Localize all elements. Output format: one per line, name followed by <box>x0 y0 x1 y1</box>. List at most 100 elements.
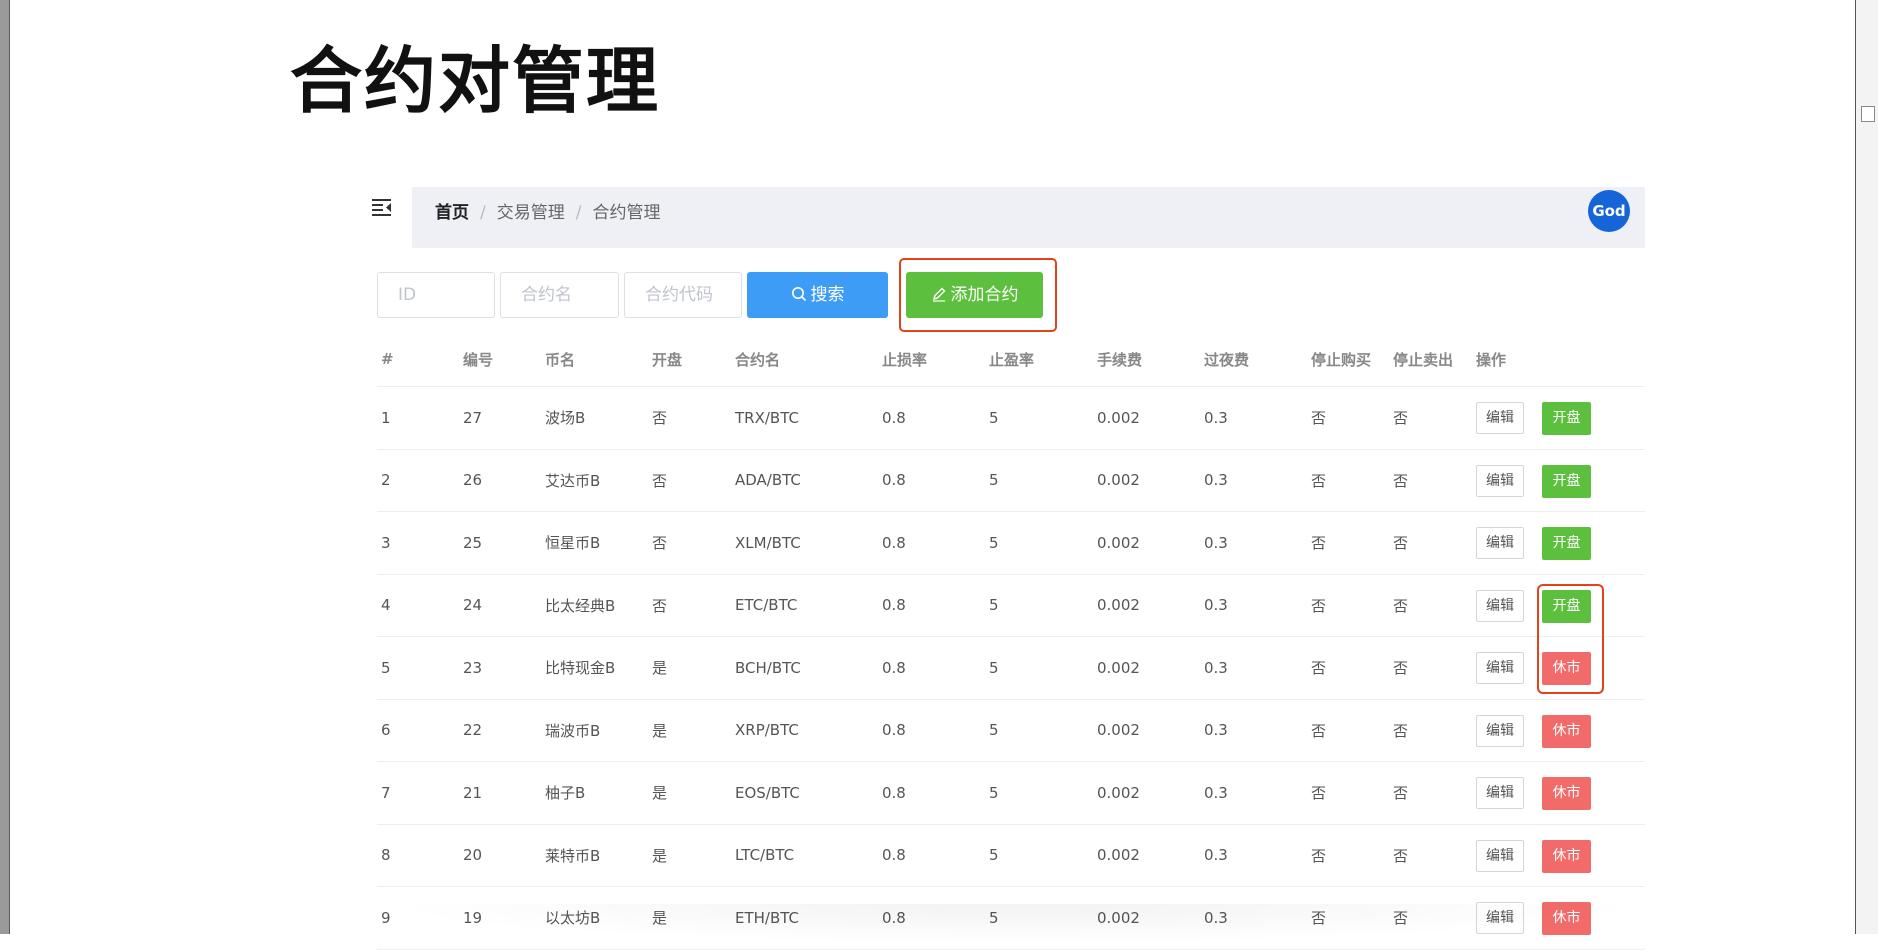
cell-index: 1 <box>381 408 391 427</box>
cell-stop-loss: 0.8 <box>882 846 906 865</box>
cell-overnight: 0.3 <box>1204 596 1228 615</box>
close-market-button[interactable]: 休市 <box>1542 777 1591 810</box>
highlight-box-status <box>1537 584 1604 694</box>
table-header: # 编号 币名 开盘 合约名 止损率 止盈率 手续费 过夜费 停止购买 停止卖出 操作 <box>377 332 1645 387</box>
open-market-button[interactable]: 开盘 <box>1542 402 1591 435</box>
cell-coin: 恒星币B <box>545 534 601 553</box>
cell-fee: 0.002 <box>1097 533 1140 552</box>
cell-index: 3 <box>381 533 391 552</box>
edit-button[interactable]: 编辑 <box>1476 839 1524 872</box>
table-row: 5 23 比特现金B 是 BCH/BTC 0.8 5 0.002 0.3 否否编辑 休市 <box>377 637 1645 700</box>
header-stop-sell: 停止卖出 <box>1393 350 1454 369</box>
edit-button[interactable]: 编辑 <box>1476 714 1524 747</box>
breadcrumb-separator: / <box>575 203 582 223</box>
cell-stop-buy: 否 <box>1311 471 1327 490</box>
edit-button[interactable]: 编辑 <box>1476 589 1524 622</box>
cell-overnight: 0.3 <box>1204 908 1228 927</box>
cell-take-profit: 5 <box>989 658 999 677</box>
cell-open: 否 <box>652 596 668 615</box>
avatar[interactable]: God <box>1588 190 1630 232</box>
cell-coin: 波场B <box>545 409 586 428</box>
cell-index: 9 <box>381 908 391 927</box>
cell-index: 8 <box>381 846 391 865</box>
table-row: 6 22 瑞波币B 是 XRP/BTC 0.8 5 0.002 0.3 否 否 编辑 休市 <box>377 700 1645 762</box>
table-body: 1 27 波场B 否 TRX/BTC 0.8 5 0.002 0.3 否否编辑 开盘 2 26 艾达币B 否… <box>377 387 1645 950</box>
cell-overnight: 0.3 <box>1204 721 1228 740</box>
cell-stop-buy: 否 <box>1311 909 1327 928</box>
cell-stop-sell: 否 <box>1393 534 1409 553</box>
cell-coin: 柚子B <box>545 784 586 803</box>
close-market-button[interactable]: 休市 <box>1542 839 1591 873</box>
contract-table: # 编号 币名 开盘 合约名 止损率 止盈率 手续费 过夜费 停止购买 停止卖出 操作 1 27 波场B 否… <box>377 332 1645 950</box>
open-market-button[interactable]: 开盘 <box>1542 527 1591 560</box>
edit-button[interactable]: 编辑 <box>1476 652 1524 684</box>
cell-id: 21 <box>463 783 483 802</box>
edit-button[interactable]: 编辑 <box>1476 527 1524 559</box>
cell-overnight: 0.3 <box>1204 783 1228 802</box>
scrollbar-thumb[interactable] <box>1861 106 1875 122</box>
cell-fee: 0.002 <box>1097 408 1140 427</box>
cell-id: 19 <box>463 908 483 927</box>
cell-open: 是 <box>652 784 668 803</box>
table-row: 8 20 莱特币B 是 LTC/BTC 0.8 5 0.002 0.3 否 否 编辑 休市 <box>377 825 1645 887</box>
header-fee: 手续费 <box>1097 350 1143 369</box>
cell-stop-loss: 0.8 <box>882 658 906 677</box>
contract-code-input[interactable] <box>624 272 742 318</box>
cell-take-profit: 5 <box>989 783 999 802</box>
edit-button[interactable]: 编辑 <box>1476 464 1524 497</box>
cell-stop-buy: 否 <box>1311 409 1327 428</box>
cell-fee: 0.002 <box>1097 471 1140 490</box>
cell-open: 是 <box>652 846 668 865</box>
cell-pair: BCH/BTC <box>735 658 801 677</box>
cell-id: 27 <box>463 408 483 427</box>
breadcrumb-trade-management[interactable]: 交易管理 <box>497 203 565 223</box>
vertical-scrollbar[interactable] <box>1855 0 1878 934</box>
cell-index: 5 <box>381 658 391 677</box>
header-overnight: 过夜费 <box>1204 350 1250 369</box>
cell-take-profit: 5 <box>989 846 999 865</box>
cell-stop-loss: 0.8 <box>882 408 906 427</box>
header-pair: 合约名 <box>735 350 781 369</box>
cell-stop-sell: 否 <box>1393 596 1409 615</box>
edit-button[interactable]: 编辑 <box>1476 402 1524 434</box>
cell-stop-sell: 否 <box>1393 909 1409 928</box>
menu-fold-icon[interactable] <box>371 197 393 217</box>
search-button-label: 搜索 <box>810 285 845 305</box>
cell-stop-sell: 否 <box>1393 846 1409 865</box>
cell-overnight: 0.3 <box>1204 471 1228 490</box>
id-search-input[interactable] <box>377 272 495 318</box>
page-title: 合约对管理 <box>290 39 661 123</box>
add-contract-button[interactable]: 添加合约 <box>906 272 1043 318</box>
open-market-button[interactable]: 开盘 <box>1542 464 1591 498</box>
cell-coin: 瑞波币B <box>545 721 601 740</box>
cell-pair: XLM/BTC <box>735 533 801 552</box>
close-market-button[interactable]: 休市 <box>1542 902 1591 935</box>
edit-pen-icon <box>932 287 945 302</box>
edit-button[interactable]: 编辑 <box>1476 777 1524 809</box>
cell-take-profit: 5 <box>989 471 999 490</box>
header-open: 开盘 <box>652 350 683 369</box>
edit-button[interactable]: 编辑 <box>1476 902 1524 934</box>
cell-open: 是 <box>652 909 668 928</box>
cell-stop-buy: 否 <box>1311 596 1327 615</box>
cell-pair: TRX/BTC <box>735 408 799 427</box>
cell-pair: LTC/BTC <box>735 846 795 865</box>
cell-overnight: 0.3 <box>1204 846 1228 865</box>
contract-name-input[interactable] <box>500 272 619 318</box>
cell-stop-sell: 否 <box>1393 659 1409 678</box>
close-market-button[interactable]: 休市 <box>1542 714 1591 748</box>
cell-overnight: 0.3 <box>1204 408 1228 427</box>
table-row: 3 25 恒星币B 否 XLM/BTC 0.8 5 0.002 0.3 否 否 编辑 开盘 <box>377 512 1645 575</box>
cell-fee: 0.002 <box>1097 596 1140 615</box>
cell-fee: 0.002 <box>1097 846 1140 865</box>
cell-coin: 艾达币B <box>545 471 601 490</box>
cell-coin: 比特现金B <box>545 659 616 678</box>
cell-id: 24 <box>463 596 483 615</box>
breadcrumb-home[interactable]: 首页 <box>435 203 469 223</box>
cell-stop-buy: 否 <box>1311 846 1327 865</box>
cell-stop-sell: 否 <box>1393 409 1409 428</box>
search-button[interactable]: 搜索 <box>747 272 888 318</box>
cell-stop-sell: 否 <box>1393 471 1409 490</box>
header-action: 操作 <box>1476 350 1507 369</box>
cell-take-profit: 5 <box>989 596 999 615</box>
